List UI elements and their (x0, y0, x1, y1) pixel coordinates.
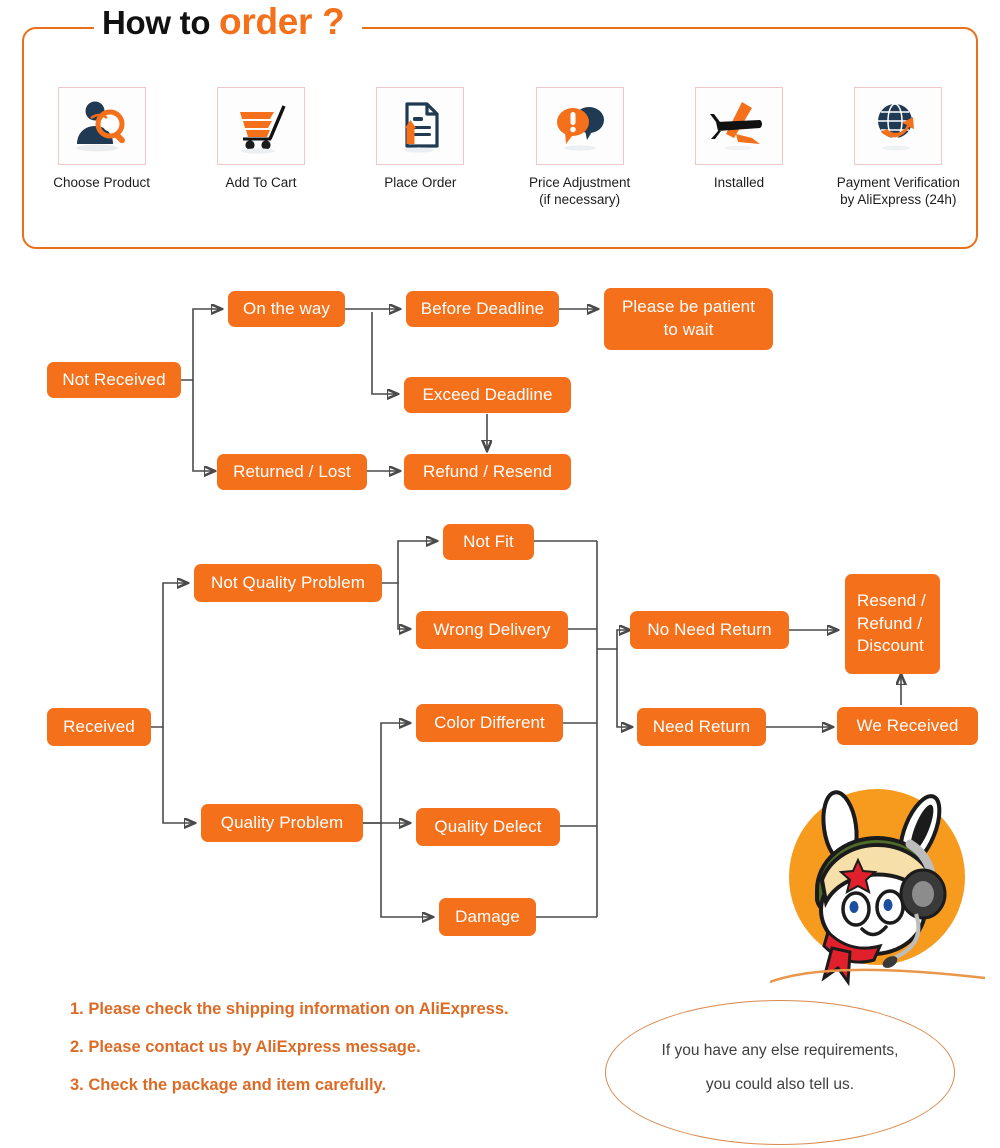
step-icon-frame (376, 87, 465, 165)
node-we-received[interactable]: We Received (837, 707, 978, 745)
node-label: Color Different (434, 712, 545, 732)
note-item: 3. Check the package and item carefully. (70, 1076, 387, 1094)
node-received[interactable]: Received (47, 708, 151, 746)
node-on-the-way[interactable]: On the way (228, 291, 345, 327)
node-damage[interactable]: Damage (439, 898, 536, 936)
step-label: Price Adjustment (if necessary) (528, 175, 631, 208)
page-title-orange: order ? (219, 1, 345, 42)
step-icon-frame (57, 87, 146, 165)
node-returned-lost[interactable]: Returned / Lost (217, 454, 367, 490)
node-label: Received (63, 716, 135, 736)
airplane-icon (709, 102, 762, 151)
node-quality-problem[interactable]: Quality Problem (201, 804, 363, 842)
node-exceed-deadline[interactable]: Exceed Deadline (404, 377, 571, 413)
node-quality-delect[interactable]: Quality Delect (416, 808, 560, 846)
node-refund-resend[interactable]: Refund / Resend (404, 454, 571, 490)
node-label: Quality Delect (434, 816, 542, 836)
step-payment-verification[interactable]: Payment Verification by AliExpress (24h) (823, 87, 973, 209)
node-no-need-return[interactable]: No Need Return (630, 611, 789, 649)
document-upload-icon (404, 102, 439, 153)
step-choose-product[interactable]: Choose Product (27, 87, 177, 191)
step-label: Place Order (384, 175, 457, 190)
step-add-to-cart[interactable]: Add To Cart (186, 87, 336, 191)
node-label: Quality Problem (220, 812, 344, 832)
node-label: Need Return (652, 716, 751, 736)
support-mascot (769, 782, 986, 992)
order-steps-list: Choose Product Add To Cart Place Order P… (22, 87, 978, 209)
node-resend-refund-discount[interactable]: Resend / Refund / Discount (845, 574, 940, 674)
node-label: Returned / Lost (233, 461, 351, 481)
node-wrong-delivery[interactable]: Wrong Delivery (416, 611, 568, 649)
node-label: Not Fit (463, 531, 514, 551)
node-not-quality-problem[interactable]: Not Quality Problem (194, 564, 382, 602)
step-label: Installed (713, 175, 765, 190)
page-title: How to order ? (102, 1, 345, 42)
bubble-line-1: If you have any else requirements, (661, 1042, 899, 1059)
bubble-line-2: you could also tell us. (705, 1076, 855, 1094)
notes-list: 1. Please check the shipping information… (70, 1000, 630, 1114)
step-label: Choose Product (53, 175, 151, 190)
step-icon-frame (535, 87, 624, 165)
page-title-black: How to (102, 4, 220, 41)
node-label: Not Quality Problem (210, 572, 365, 592)
user-search-icon (75, 101, 125, 152)
note-item: 2. Please contact us by AliExpress messa… (70, 1038, 421, 1056)
node-label: Exceed Deadline (422, 384, 553, 404)
node-before-deadline[interactable]: Before Deadline (406, 291, 559, 327)
node-not-received[interactable]: Not Received (47, 362, 181, 398)
step-label: Add To Cart (225, 175, 297, 190)
node-label: On the way (243, 298, 330, 318)
node-not-fit[interactable]: Not Fit (443, 524, 534, 560)
globe-arrow-icon (878, 103, 915, 151)
node-label: Resend / Refund / Discount (857, 590, 926, 656)
node-label: Refund / Resend (422, 461, 553, 481)
step-icon-frame (854, 87, 943, 165)
node-label: Not Received (62, 369, 166, 389)
step-place-order[interactable]: Place Order (345, 87, 495, 191)
node-please-be-patient[interactable]: Please be patient to wait (604, 288, 773, 350)
step-icon-frame (694, 87, 783, 165)
how-to-order-panel: How to order ? Choose Product Add To Car… (22, 3, 978, 249)
shopping-cart-icon (239, 105, 286, 154)
node-need-return[interactable]: Need Return (637, 708, 766, 746)
bunny-operator-icon (769, 789, 986, 987)
requirements-bubble: If you have any else requirements, you c… (605, 1000, 955, 1145)
node-label: We Received (856, 715, 959, 735)
node-color-different[interactable]: Color Different (416, 704, 563, 742)
step-price-adjustment[interactable]: Price Adjustment (if necessary) (505, 87, 655, 209)
node-label: Please be patient to wait (621, 297, 756, 339)
step-label: Payment Verification by AliExpress (24h) (836, 175, 960, 208)
note-item: 1. Please check the shipping information… (70, 1000, 509, 1018)
bubble-text: If you have any else requirements, you c… (605, 1034, 955, 1102)
node-label: Before Deadline (420, 298, 545, 318)
node-label: Damage (455, 906, 520, 926)
step-installed[interactable]: Installed (664, 87, 814, 191)
node-label: No Need Return (647, 619, 772, 639)
chat-alert-icon (556, 107, 604, 151)
step-icon-frame (216, 87, 305, 165)
node-label: Wrong Delivery (433, 619, 551, 639)
